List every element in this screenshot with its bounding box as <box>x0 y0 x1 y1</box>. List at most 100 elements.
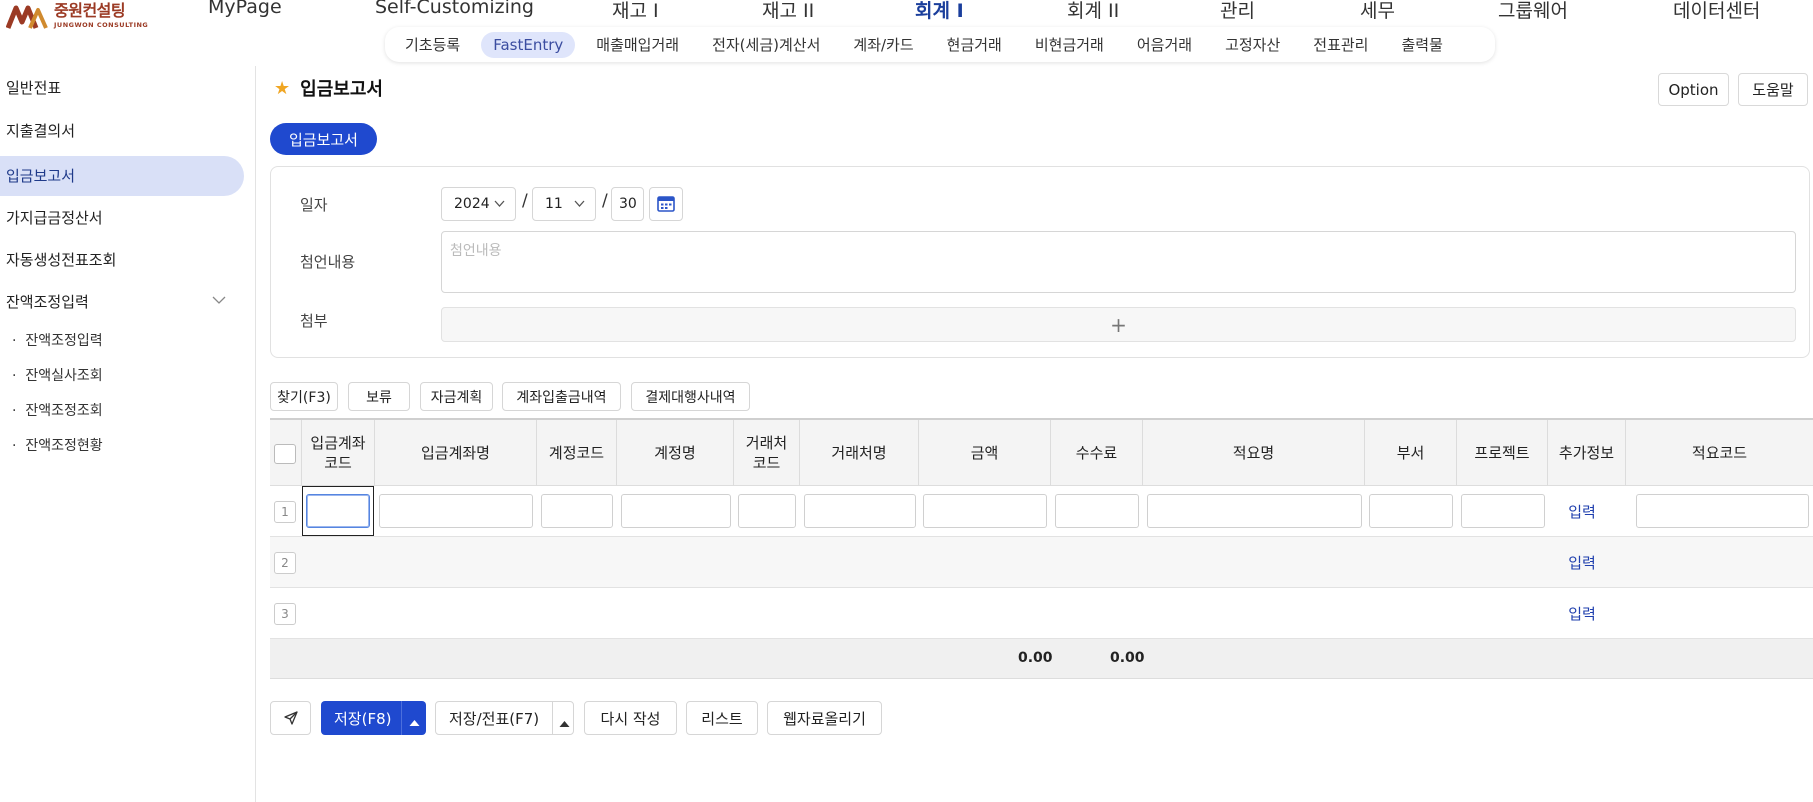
subnav-sales-purchase[interactable]: 매출매입거래 <box>584 30 691 59</box>
account-code-input[interactable] <box>541 494 613 528</box>
save-button[interactable]: 저장(F8) <box>334 708 391 729</box>
col-project: 프로젝트 <box>1457 420 1548 486</box>
subnav-fastentry[interactable]: FastEntry <box>481 31 576 58</box>
web-upload-button[interactable]: 웹자료올리기 <box>767 701 882 735</box>
col-amount: 금액 <box>919 420 1051 486</box>
fee-input[interactable] <box>1055 494 1139 528</box>
project-input[interactable] <box>1461 494 1545 528</box>
menu-management[interactable]: 관리 <box>1220 0 1255 23</box>
client-name-input[interactable] <box>804 494 916 528</box>
amount-input[interactable] <box>923 494 1047 528</box>
list-button[interactable]: 리스트 <box>686 701 758 735</box>
department-input[interactable] <box>1369 494 1453 528</box>
sidebar-subitem-balance-status[interactable]: · 잔액조정현황 <box>12 435 103 455</box>
day-input[interactable]: 30 <box>611 187 644 221</box>
col-extra-info: 추가정보 <box>1548 420 1626 486</box>
sidebar-subitem-balance-audit[interactable]: · 잔액실사조회 <box>12 365 103 385</box>
row-number: 1 <box>274 501 296 523</box>
summary-name-input[interactable] <box>1147 494 1362 528</box>
menu-accounting-2[interactable]: 회계 II <box>1067 0 1119 23</box>
menu-accounting-1[interactable]: 회계 I <box>915 0 964 23</box>
entry-grid: 입금계좌 코드 입금계좌명 계정코드 계정명 거래처 코드 거래처명 금액 수수… <box>270 418 1813 679</box>
account-history-button[interactable]: 계좌입출금내역 <box>502 382 621 411</box>
plus-icon: + <box>1110 312 1127 337</box>
payment-agent-history-button[interactable]: 결제대행사내역 <box>631 382 750 411</box>
month-select[interactable]: 11 <box>532 187 596 221</box>
favorite-star-icon[interactable]: ★ <box>274 78 290 99</box>
year-select[interactable]: 2024 <box>441 187 516 221</box>
chevron-down-icon[interactable] <box>212 282 226 322</box>
client-code-input[interactable] <box>738 494 796 528</box>
sidebar-subitem-balance-input[interactable]: · 잔액조정입력 <box>12 330 103 350</box>
subnav-account-card[interactable]: 계좌/카드 <box>841 30 925 59</box>
fund-plan-button[interactable]: 자금계획 <box>420 382 493 411</box>
menu-tax[interactable]: 세무 <box>1360 0 1395 23</box>
sidebar-item-label: 잔액조정입력 <box>6 293 89 311</box>
page-title: 입금보고서 <box>300 79 383 100</box>
subnav-slip-management[interactable]: 전표관리 <box>1301 30 1380 59</box>
subnav-fixed-assets[interactable]: 고정자산 <box>1213 30 1292 59</box>
select-all-cell <box>270 420 302 486</box>
divider <box>401 701 402 735</box>
sidebar-item-deposit-report[interactable]: 입금보고서 <box>0 156 244 196</box>
menu-inventory-2[interactable]: 재고 II <box>762 0 814 23</box>
hold-button[interactable]: 보류 <box>348 382 410 411</box>
menu-datacenter[interactable]: 데이터센터 <box>1673 0 1760 23</box>
extra-info-link[interactable]: 입력 <box>1552 501 1612 522</box>
save-slip-button[interactable]: 저장/전표(F7) <box>449 708 539 729</box>
help-button[interactable]: 도움말 <box>1738 73 1808 106</box>
send-icon[interactable] <box>270 701 311 735</box>
col-account-code: 계정코드 <box>537 420 617 486</box>
sidebar: 일반전표 지출결의서 입금보고서 가지급금정산서 자동생성전표조회 잔액조정입력… <box>0 66 256 802</box>
select-all-checkbox[interactable] <box>274 444 296 464</box>
menu-mypage[interactable]: MyPage <box>208 0 282 18</box>
caret-up-icon[interactable] <box>409 713 420 731</box>
subnav-noncash[interactable]: 비현금거래 <box>1023 30 1116 59</box>
extra-info-link[interactable]: 입력 <box>1552 552 1612 573</box>
extra-info-link[interactable]: 입력 <box>1552 603 1612 624</box>
caret-up-icon[interactable] <box>559 714 570 732</box>
col-summary-name: 적요명 <box>1143 420 1365 486</box>
rewrite-button[interactable]: 다시 작성 <box>584 701 677 735</box>
subnav-bills[interactable]: 어음거래 <box>1125 30 1204 59</box>
col-deposit-account-code: 입금계좌 코드 <box>302 420 375 486</box>
memo-textarea[interactable]: 첨언내용 <box>441 231 1796 293</box>
deposit-account-name-input[interactable] <box>379 494 533 528</box>
brand-name: 중원컨설팅 <box>54 1 126 20</box>
col-client-name: 거래처명 <box>800 420 919 486</box>
summary-code-input[interactable] <box>1636 494 1809 528</box>
col-department: 부서 <box>1365 420 1457 486</box>
menu-inventory-1[interactable]: 재고 I <box>612 0 659 23</box>
sidebar-item-advance-settlement[interactable]: 가지급금정산서 <box>0 198 244 238</box>
date-separator: / <box>522 191 528 211</box>
sidebar-item-balance-adjustment[interactable]: 잔액조정입력 <box>0 282 244 322</box>
col-summary-code: 적요코드 <box>1691 444 1748 462</box>
find-button[interactable]: 찾기(F3) <box>270 382 338 411</box>
total-fee: 0.00 <box>1110 650 1145 666</box>
divider <box>552 702 553 734</box>
subnav-e-invoice[interactable]: 전자(세금)계산서 <box>700 30 832 59</box>
sidebar-subitem-balance-inquiry[interactable]: · 잔액조정조회 <box>12 400 103 420</box>
top-navigation: 중원컨설팅 JUNGWON CONSULTING MyPage Self-Cus… <box>0 0 1813 30</box>
deposit-account-code-input[interactable] <box>306 494 370 528</box>
subnav-basic-registration[interactable]: 기초등록 <box>393 30 472 59</box>
chevron-down-icon <box>574 196 585 213</box>
menu-groupware[interactable]: 그룹웨어 <box>1498 0 1568 23</box>
table-row: 3 입력 <box>270 588 1813 639</box>
calendar-icon[interactable] <box>649 187 683 221</box>
tab-deposit-report[interactable]: 입금보고서 <box>270 123 377 155</box>
logo-mark-icon <box>5 2 50 32</box>
sidebar-item-auto-slip-inquiry[interactable]: 자동생성전표조회 <box>0 240 244 280</box>
account-name-input[interactable] <box>621 494 731 528</box>
menu-self-customizing[interactable]: Self-Customizing <box>375 0 534 18</box>
page-header: ★ 입금보고서 <box>274 75 383 101</box>
brand-logo[interactable]: 중원컨설팅 JUNGWON CONSULTING <box>5 1 156 36</box>
subnav-cash[interactable]: 현금거래 <box>935 30 1014 59</box>
col-deposit-account-name: 입금계좌명 <box>375 420 537 486</box>
col-client-code: 거래처 코드 <box>734 420 800 486</box>
subnav-printouts[interactable]: 출력물 <box>1389 30 1454 59</box>
sidebar-item-general-slip[interactable]: 일반전표 <box>0 68 244 108</box>
attach-dropzone[interactable]: + <box>441 307 1796 342</box>
sidebar-item-expense-resolution[interactable]: 지출결의서 <box>0 111 244 151</box>
option-button[interactable]: Option <box>1658 73 1729 106</box>
